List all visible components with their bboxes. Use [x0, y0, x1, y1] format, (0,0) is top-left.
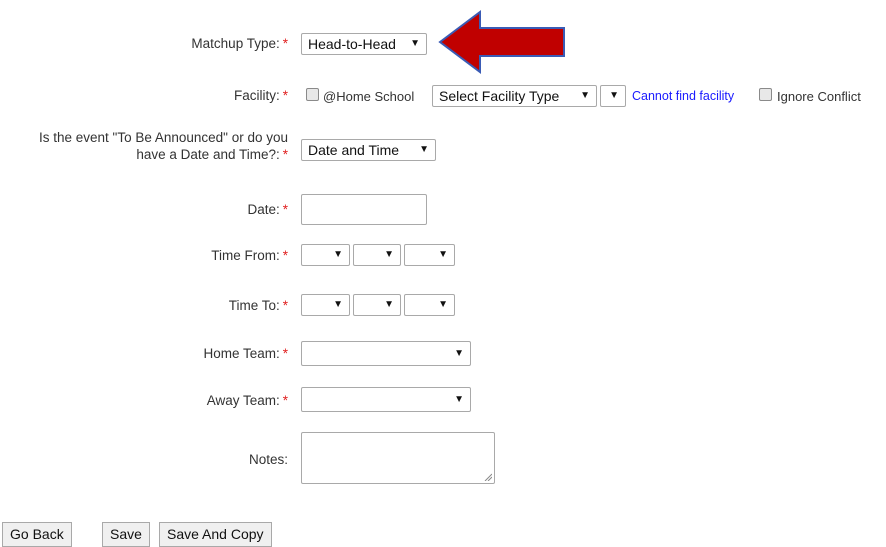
save-button[interactable]: Save	[102, 522, 150, 547]
required-marker: *	[282, 88, 288, 103]
ignore-conflict-checkbox[interactable]	[759, 88, 772, 101]
time-to-label: Time To: *	[229, 297, 288, 314]
chevron-down-icon: ▼	[333, 249, 343, 260]
date-label-text: Date:	[247, 202, 280, 217]
facility-type-select[interactable]: Select Facility Type ▼	[432, 85, 597, 107]
time-from-minute-select[interactable]: ▼	[353, 244, 401, 266]
required-marker: *	[282, 36, 288, 51]
matchup-type-select[interactable]: Head-to-Head ▼	[301, 33, 427, 55]
date-label: Date: *	[247, 201, 288, 218]
required-marker: *	[282, 202, 288, 217]
required-marker: *	[282, 248, 288, 263]
matchup-type-label-text: Matchup Type:	[191, 36, 280, 51]
facility-label: Facility: *	[234, 87, 288, 104]
required-marker: *	[282, 298, 288, 313]
save-and-copy-button[interactable]: Save And Copy	[159, 522, 272, 547]
date-input[interactable]	[301, 194, 427, 225]
time-from-label: Time From: *	[211, 247, 288, 264]
away-team-select[interactable]: ▼	[301, 387, 471, 412]
chevron-down-icon: ▼	[384, 249, 394, 260]
chevron-down-icon: ▼	[454, 394, 464, 405]
cannot-find-facility-link[interactable]: Cannot find facility	[632, 88, 734, 105]
facility-select[interactable]: ▼	[600, 85, 626, 107]
chevron-down-icon: ▼	[609, 90, 619, 101]
tba-label-line1: Is the event "To Be Announced" or do you	[38, 130, 288, 145]
chevron-down-icon: ▼	[410, 38, 420, 49]
matchup-type-label: Matchup Type: *	[191, 35, 288, 52]
time-to-minute-select[interactable]: ▼	[353, 294, 401, 316]
time-to-label-text: Time To:	[228, 298, 280, 313]
facility-type-value: Select Facility Type	[439, 88, 560, 104]
home-team-label: Home Team: *	[203, 345, 288, 362]
annotation-arrow-icon	[438, 10, 565, 74]
chevron-down-icon: ▼	[454, 348, 464, 359]
home-team-select[interactable]: ▼	[301, 341, 471, 366]
time-from-ampm-select[interactable]: ▼	[404, 244, 455, 266]
notes-label: Notes:	[249, 451, 288, 468]
time-from-hour-select[interactable]: ▼	[301, 244, 350, 266]
required-marker: *	[282, 346, 288, 361]
time-to-ampm-select[interactable]: ▼	[404, 294, 455, 316]
chevron-down-icon: ▼	[580, 90, 590, 101]
chevron-down-icon: ▼	[438, 249, 448, 260]
required-marker: *	[282, 147, 288, 162]
go-back-button[interactable]: Go Back	[2, 522, 72, 547]
time-from-label-text: Time From:	[211, 248, 280, 263]
required-marker: *	[282, 393, 288, 408]
notes-textarea[interactable]	[301, 432, 495, 484]
facility-label-text: Facility:	[233, 88, 280, 103]
chevron-down-icon: ▼	[333, 299, 343, 310]
home-school-label: @Home School	[323, 89, 415, 104]
tba-value: Date and Time	[308, 142, 400, 158]
tba-label-line2: have a Date and Time?:	[136, 147, 280, 162]
ignore-conflict-label: Ignore Conflict	[777, 89, 861, 104]
chevron-down-icon: ▼	[438, 299, 448, 310]
away-team-label-text: Away Team:	[206, 393, 280, 408]
resize-handle-icon[interactable]	[484, 473, 492, 481]
away-team-label: Away Team: *	[207, 392, 288, 409]
home-team-label-text: Home Team:	[203, 346, 280, 361]
tba-select[interactable]: Date and Time ▼	[301, 139, 436, 161]
time-to-hour-select[interactable]: ▼	[301, 294, 350, 316]
chevron-down-icon: ▼	[384, 299, 394, 310]
tba-label: Is the event "To Be Announced" or do you…	[39, 129, 288, 163]
notes-label-text: Notes:	[248, 452, 288, 467]
chevron-down-icon: ▼	[419, 144, 429, 155]
matchup-type-value: Head-to-Head	[308, 36, 396, 52]
home-school-checkbox[interactable]	[306, 88, 319, 101]
